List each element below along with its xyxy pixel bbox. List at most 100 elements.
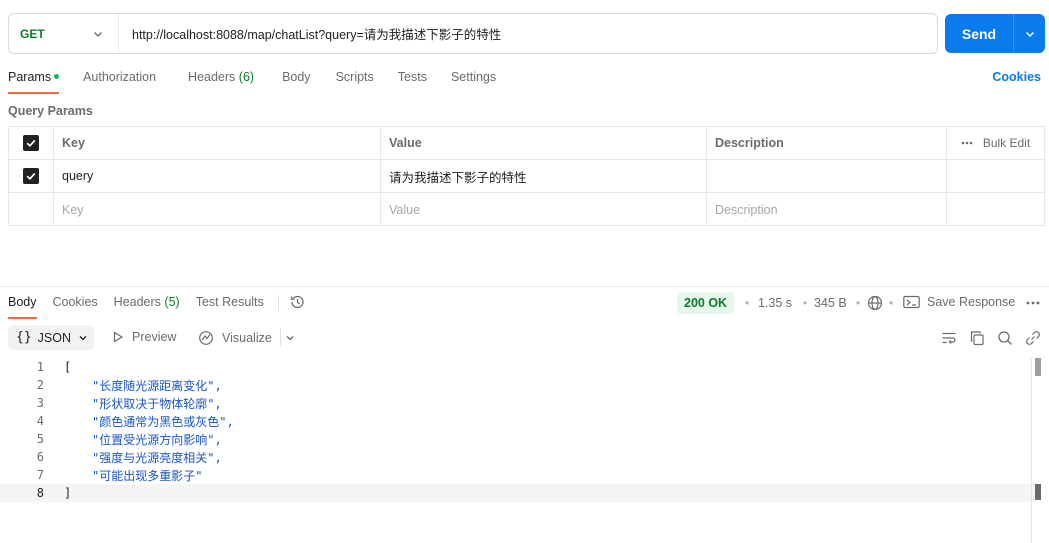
response-tabs: Body Cookies Headers (5) Test Results (8, 295, 305, 319)
line-code: ] (64, 486, 72, 500)
new-row-checkbox-cell (9, 193, 54, 226)
query-params-table: Key Value Description Bulk Edit query 请为… (8, 126, 1045, 226)
value-header: Value (381, 127, 707, 159)
preview-button[interactable]: Preview (112, 330, 176, 344)
url-input[interactable]: http://localhost:8088/map/chatList?query… (119, 24, 501, 43)
tab-scripts[interactable]: Scripts (336, 70, 374, 94)
row-checkbox[interactable] (23, 168, 39, 184)
divider (277, 295, 279, 311)
separator-dot: • (856, 296, 861, 310)
separator-dot: • (803, 296, 808, 310)
bulk-edit-cell: Bulk Edit (947, 127, 1044, 159)
code-line: 3 "形状取决于物体轮廓", (0, 394, 1035, 412)
tab-params[interactable]: Params (8, 70, 60, 94)
new-key-input[interactable]: Key (54, 193, 381, 226)
tab-headers[interactable]: Headers (6) (188, 70, 254, 94)
line-code: "位置受光源方向影响", (92, 432, 222, 447)
tab-count: (5) (164, 295, 180, 309)
response-size[interactable]: 345 B (814, 296, 847, 310)
line-code: "颜色通常为黑色或灰色", (92, 414, 234, 429)
tab-label: Body (282, 70, 311, 84)
chevron-down-icon[interactable] (285, 333, 295, 343)
visualize-label: Visualize (222, 331, 272, 345)
line-number: 5 (36, 432, 44, 446)
tab-tests[interactable]: Tests (398, 70, 427, 94)
resp-tab-headers[interactable]: Headers (5) (114, 295, 180, 319)
tab-label: Headers (188, 70, 236, 84)
code-line: 2 "长度随光源距离变化", (0, 376, 1035, 394)
method-label: GET (20, 26, 45, 41)
tab-label: Headers (113, 295, 161, 309)
send-button[interactable]: Send (945, 14, 1014, 53)
line-number: 6 (36, 450, 44, 464)
tab-label: Test Results (195, 295, 264, 309)
code-line: 5 "位置受光源方向影响", (0, 430, 1035, 448)
line-number: 4 (36, 414, 44, 428)
bulk-edit-label: Bulk Edit (982, 136, 1031, 150)
select-all-checkbox[interactable] (23, 135, 39, 151)
save-response-label: Save Response (927, 295, 1016, 309)
line-code: "可能出现多重影子" (92, 468, 203, 483)
play-icon (113, 331, 124, 343)
line-code: "长度随光源距离变化", (92, 378, 222, 393)
new-value-input[interactable]: Value (381, 193, 707, 226)
more-horizontal-icon[interactable] (1026, 301, 1040, 305)
cookies-link[interactable]: Cookies (992, 70, 1041, 84)
row-checkbox-cell (9, 160, 54, 192)
tab-settings[interactable]: Settings (451, 70, 496, 94)
editor-scrollbar-thumb[interactable] (1035, 358, 1041, 376)
tab-label: Body (8, 295, 37, 309)
new-description-input[interactable]: Description (707, 193, 947, 226)
response-body-editor[interactable]: 1 [ 2 "长度随光源距离变化", 3 "形状取决于物体轮廓", 4 "颜色通… (0, 358, 1035, 543)
line-code: [ (64, 360, 72, 374)
globe-icon[interactable] (867, 295, 883, 311)
tab-label: Tests (397, 70, 427, 84)
param-value-cell[interactable]: 请为我描述下影子的特性 (381, 160, 707, 192)
line-code: "强度与光源亮度相关", (92, 450, 222, 465)
param-key-cell[interactable]: query (54, 160, 381, 192)
tab-body[interactable]: Body (282, 70, 311, 94)
method-select[interactable]: GET (9, 14, 119, 53)
wrap-lines-icon[interactable] (941, 330, 957, 346)
history-icon[interactable] (289, 294, 305, 310)
table-row: query 请为我描述下影子的特性 (9, 160, 1044, 193)
response-bar: Body Cookies Headers (5) Test Results 20… (0, 286, 1049, 319)
more-horizontal-icon (961, 141, 973, 145)
response-time[interactable]: 1.35 s (758, 296, 792, 310)
resp-tab-body[interactable]: Body (8, 295, 37, 319)
send-options-button[interactable] (1014, 14, 1045, 53)
param-description-cell[interactable] (707, 160, 947, 192)
line-number: 8 (36, 486, 44, 500)
bulk-edit-button[interactable]: Bulk Edit (961, 136, 1030, 150)
code-line: 1 [ (0, 358, 1035, 376)
code-line: 4 "颜色通常为黑色或灰色", (0, 412, 1035, 430)
resp-tab-cookies[interactable]: Cookies (53, 295, 98, 319)
tab-authorization[interactable]: Authorization (83, 70, 156, 94)
select-all-cell (9, 127, 54, 159)
editor-scrollbar-track[interactable] (1031, 358, 1032, 543)
url-bar[interactable]: GET http://localhost:8088/map/chatList?q… (8, 13, 938, 54)
save-response-button[interactable]: Save Response (903, 295, 1015, 309)
row-empty-cell (947, 160, 1044, 192)
format-select[interactable]: {} JSON (8, 325, 94, 350)
line-code: "形状取决于物体轮廓", (92, 396, 222, 411)
tab-label: Scripts (335, 70, 374, 84)
search-icon[interactable] (997, 330, 1013, 346)
copy-icon[interactable] (969, 330, 985, 346)
code-line: 7 "可能出现多重影子" (0, 466, 1035, 484)
link-icon[interactable] (1025, 330, 1041, 346)
query-params-label: Query Params (8, 104, 93, 118)
tab-label: Settings (450, 70, 497, 84)
status-badge[interactable]: 200 OK (677, 292, 735, 314)
resp-tab-test-results[interactable]: Test Results (196, 295, 264, 319)
chevron-down-icon (79, 335, 87, 340)
save-response-icon (903, 295, 920, 309)
check-icon (26, 139, 36, 148)
request-tabs: Params Authorization Headers (6) Body Sc… (8, 70, 528, 94)
line-number: 2 (36, 378, 44, 392)
send-button-group[interactable]: Send (945, 14, 1045, 53)
format-label: JSON (37, 330, 71, 345)
visualize-button[interactable]: Visualize (198, 330, 272, 346)
tab-label: Cookies (52, 295, 98, 309)
braces-icon: {} (16, 330, 32, 345)
